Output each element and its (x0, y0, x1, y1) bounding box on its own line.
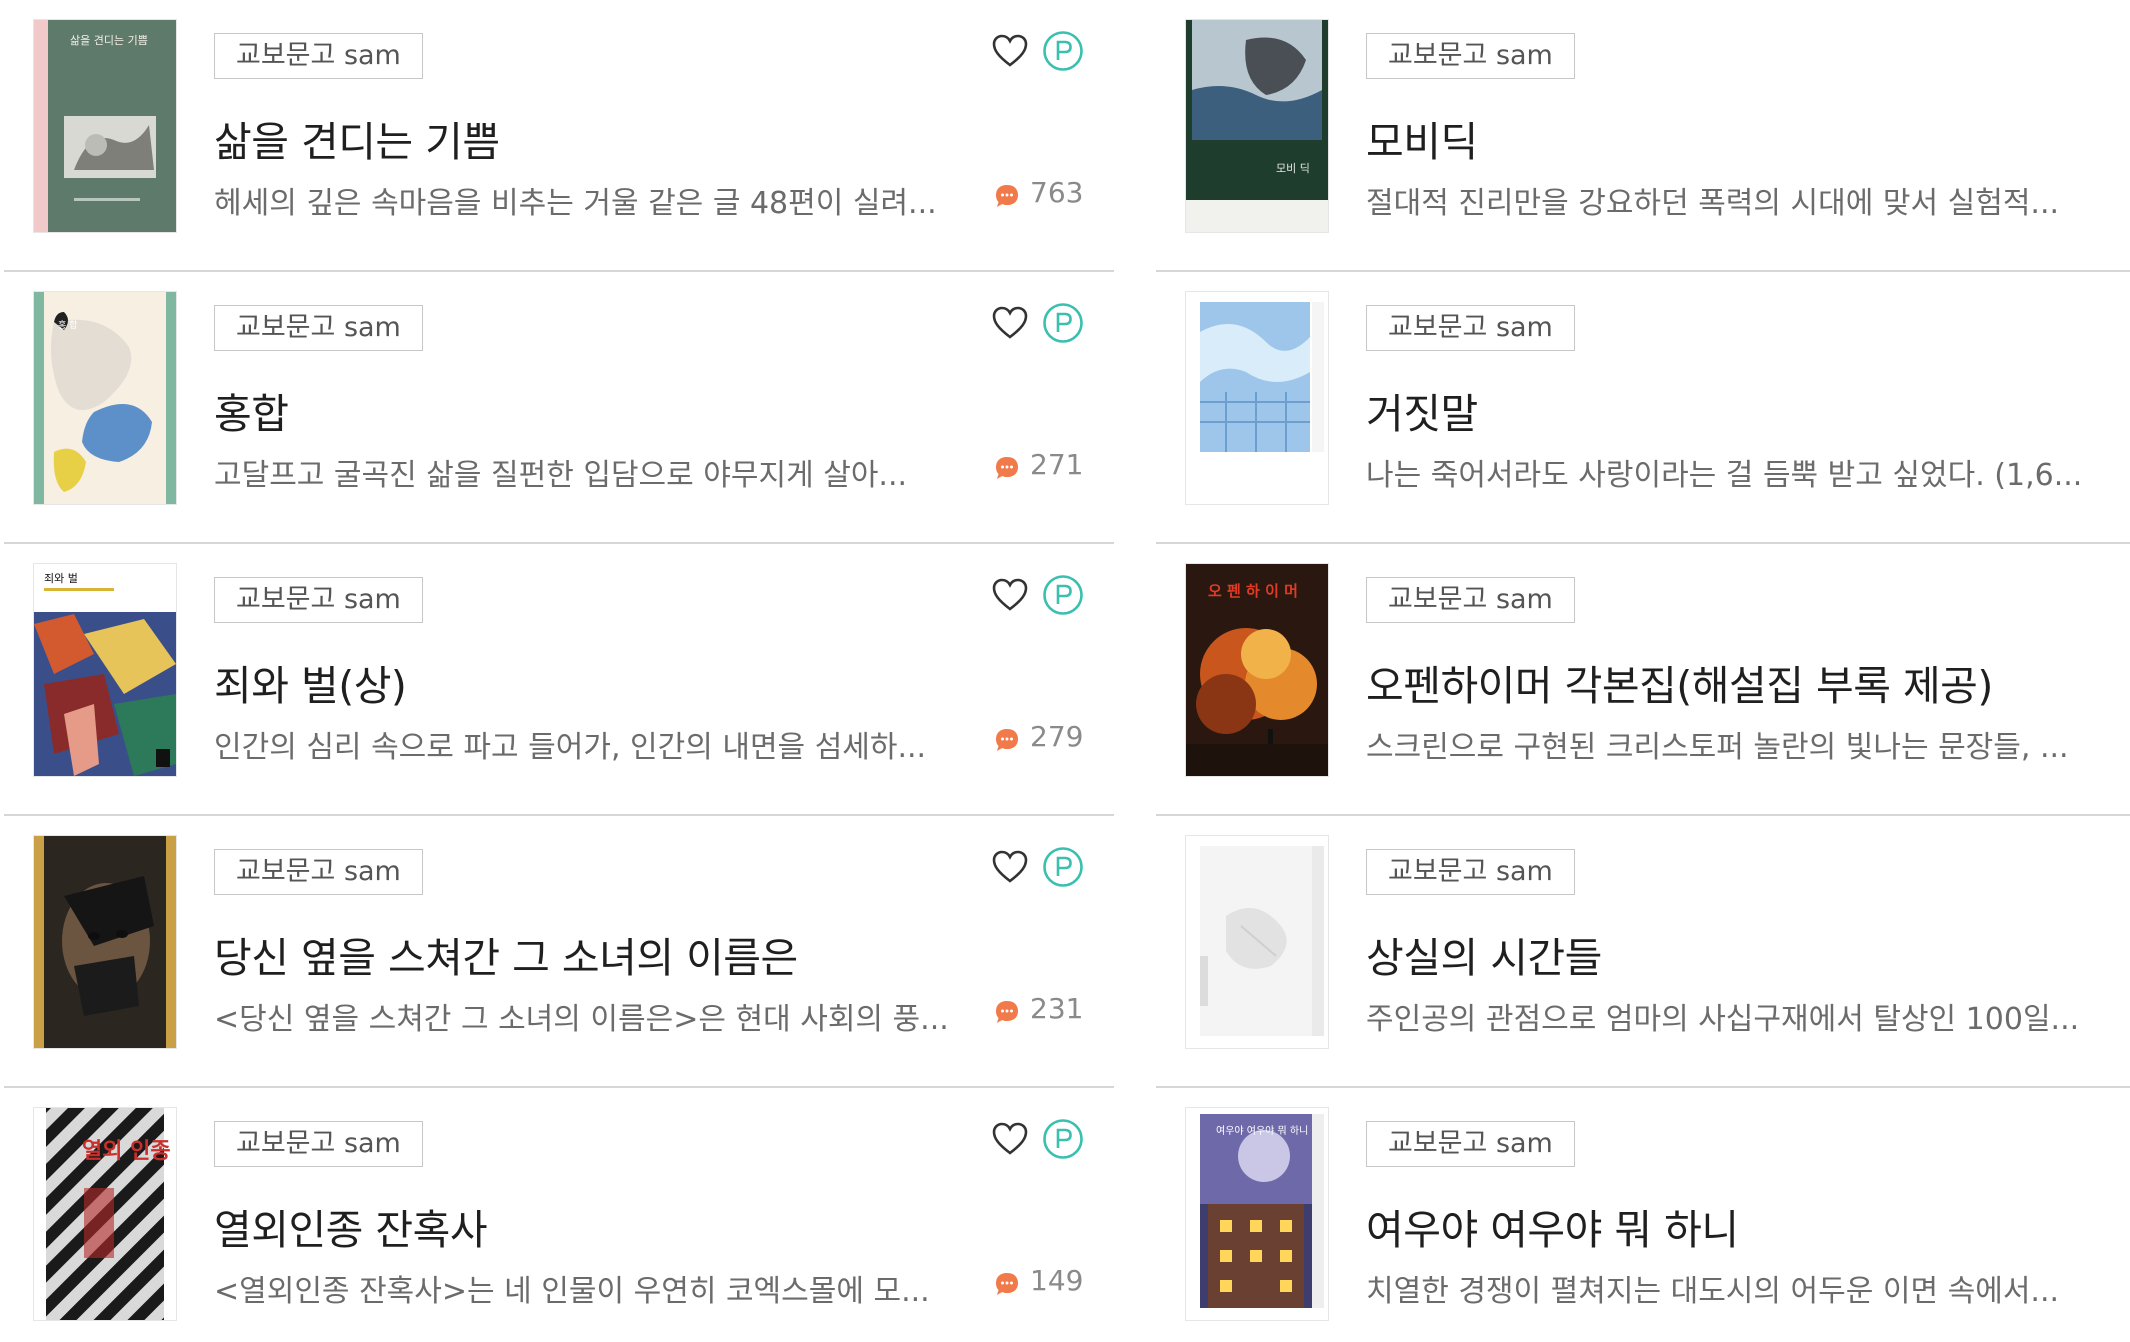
book-description: 헤세의 깊은 속마음을 비추는 거울 같은 글 48편이 실려... (214, 186, 937, 221)
book-title[interactable]: 여우야 여우야 뭐 하니 (1366, 1196, 1739, 1256)
comment-count: 149 (1030, 1264, 1084, 1297)
book-description: 절대적 진리만을 강요하던 폭력의 시대에 맞서 실험적... (1366, 186, 2060, 221)
heart-outline-icon[interactable] (992, 34, 1028, 68)
book-description: 스크린으로 구현된 크리스토퍼 놀란의 빛나는 문장들, ... (1366, 730, 2069, 765)
cover-title-text: 삶을 견디는 기쁨 (70, 34, 148, 47)
store-badge: 교보문고 sam (1366, 1121, 1575, 1167)
p-coin-icon[interactable] (1042, 302, 1084, 344)
store-badge: 교보문고 sam (214, 577, 423, 623)
book-cover[interactable]: 오 펜 하 이 머 (1186, 564, 1328, 776)
book-title[interactable]: 오펜하이머 각본집(해설집 부록 제공) (1366, 652, 1993, 712)
book-list: 삶을 견디는 기쁨 교보문고 sam 삶을 견디는 기쁨 헤세의 깊은 속마음을… (0, 0, 2130, 1342)
book-cover[interactable]: 여우야 여우야 뭐 하니 (1186, 1108, 1328, 1320)
book-cover[interactable]: 모비 딕 (1186, 20, 1328, 232)
book-item[interactable]: 교보문고 sam 당신 옆을 스쳐간 그 소녀의 이름은 <당신 옆을 스쳐간 … (4, 816, 1114, 1088)
book-title[interactable]: 당신 옆을 스쳐간 그 소녀의 이름은 (214, 924, 798, 984)
comment-bubble-icon (996, 729, 1018, 751)
cover-title-text: 죄와 벌 (44, 572, 78, 585)
book-description: <당신 옆을 스쳐간 그 소녀의 이름은>은 현대 사회의 풍... (214, 1002, 949, 1037)
book-description: 주인공의 관점으로 엄마의 사십구재에서 탈상인 100일... (1366, 1002, 2080, 1037)
book-description: 나는 죽어서라도 사랑이라는 걸 듬뿍 받고 싶었다. (1,6... (1366, 458, 2083, 493)
book-title[interactable]: 삶을 견디는 기쁨 (214, 108, 500, 168)
book-description: 고달프고 굴곡진 삶을 질펀한 입담으로 야무지게 살아... (214, 458, 908, 493)
book-cover[interactable] (1186, 836, 1328, 1048)
store-badge: 교보문고 sam (1366, 849, 1575, 895)
comment-count: 271 (1030, 448, 1084, 481)
store-badge: 교보문고 sam (1366, 33, 1575, 79)
heart-outline-icon[interactable] (992, 850, 1028, 884)
book-column-right: 모비 딕 교보문고 sam 모비딕 절대적 진리만을 강요하던 폭력의 시대에 … (1156, 0, 2130, 1342)
book-item[interactable]: 오 펜 하 이 머 교보문고 sam 오펜하이머 각본집(해설집 부록 제공) … (1156, 544, 2130, 816)
comment-count: 279 (1030, 720, 1084, 753)
cover-title-text: 열외 인종 잔혹사 (82, 1139, 176, 1164)
store-badge: 교보문고 sam (1366, 305, 1575, 351)
comment-bubble-icon (996, 1273, 1018, 1295)
store-badge: 교보문고 sam (1366, 577, 1575, 623)
store-badge: 교보문고 sam (214, 849, 423, 895)
heart-outline-icon[interactable] (992, 1122, 1028, 1156)
book-item[interactable]: 죄와 벌 교보문고 sam 죄와 벌(상) 인간의 심리 속으로 파고 들어가,… (4, 544, 1114, 816)
book-item[interactable]: 홍 합 교보문고 sam 홍합 고달프고 굴곡진 삶을 질펀한 입담으로 야무지… (4, 272, 1114, 544)
book-cover[interactable]: 열외 인종 잔혹사 (34, 1108, 176, 1320)
book-description: 인간의 심리 속으로 파고 들어가, 인간의 내면을 섬세하... (214, 730, 927, 765)
book-item[interactable]: 삶을 견디는 기쁨 교보문고 sam 삶을 견디는 기쁨 헤세의 깊은 속마음을… (4, 0, 1114, 272)
p-coin-icon[interactable] (1042, 574, 1084, 616)
p-coin-icon[interactable] (1042, 30, 1084, 72)
book-item[interactable]: 교보문고 sam 상실의 시간들 주인공의 관점으로 엄마의 사십구재에서 탈상… (1156, 816, 2130, 1088)
comment-bubble-icon (996, 185, 1018, 207)
book-cover[interactable] (34, 836, 176, 1048)
book-title[interactable]: 상실의 시간들 (1366, 924, 1602, 984)
store-badge: 교보문고 sam (214, 1121, 423, 1167)
book-item[interactable]: 교보문고 sam 거짓말 나는 죽어서라도 사랑이라는 걸 듬뿍 받고 싶었다.… (1156, 272, 2130, 544)
book-cover[interactable]: 죄와 벌 (34, 564, 176, 776)
cover-title-text: 모비 딕 (1276, 162, 1310, 175)
comment-bubble-icon (996, 1001, 1018, 1023)
comment-count: 763 (1030, 176, 1084, 209)
comment-count: 231 (1030, 992, 1084, 1025)
book-cover[interactable] (1186, 292, 1328, 504)
book-cover[interactable]: 홍 합 (34, 292, 176, 504)
p-coin-icon[interactable] (1042, 1118, 1084, 1160)
store-badge: 교보문고 sam (214, 33, 423, 79)
book-description: 치열한 경쟁이 펼쳐지는 대도시의 어두운 이면 속에서... (1366, 1274, 2060, 1309)
book-item[interactable]: 모비 딕 교보문고 sam 모비딕 절대적 진리만을 강요하던 폭력의 시대에 … (1156, 0, 2130, 272)
book-title[interactable]: 홍합 (214, 380, 289, 440)
book-title[interactable]: 죄와 벌(상) (214, 652, 407, 712)
book-item[interactable]: 여우야 여우야 뭐 하니 교보문고 sam 여우야 여우야 뭐 하니 치열한 경… (1156, 1088, 2130, 1342)
heart-outline-icon[interactable] (992, 306, 1028, 340)
book-description: <열외인종 잔혹사>는 네 인물이 우연히 코엑스몰에 모... (214, 1274, 930, 1309)
store-badge: 교보문고 sam (214, 305, 423, 351)
comment-bubble-icon (996, 457, 1018, 479)
book-title[interactable]: 거짓말 (1366, 380, 1478, 440)
p-coin-icon[interactable] (1042, 846, 1084, 888)
cover-title-text: 홍 합 (58, 319, 77, 331)
cover-title-text: 오 펜 하 이 머 (1208, 582, 1298, 600)
book-title[interactable]: 열외인종 잔혹사 (214, 1196, 488, 1256)
book-cover[interactable]: 삶을 견디는 기쁨 (34, 20, 176, 232)
cover-title-text: 여우야 여우야 뭐 하니 (1216, 1124, 1308, 1137)
book-title[interactable]: 모비딕 (1366, 108, 1478, 168)
heart-outline-icon[interactable] (992, 578, 1028, 612)
book-item[interactable]: 열외 인종 잔혹사 교보문고 sam 열외인종 잔혹사 <열외인종 잔혹사>는 … (4, 1088, 1114, 1342)
book-column-left: 삶을 견디는 기쁨 교보문고 sam 삶을 견디는 기쁨 헤세의 깊은 속마음을… (4, 0, 1114, 1342)
